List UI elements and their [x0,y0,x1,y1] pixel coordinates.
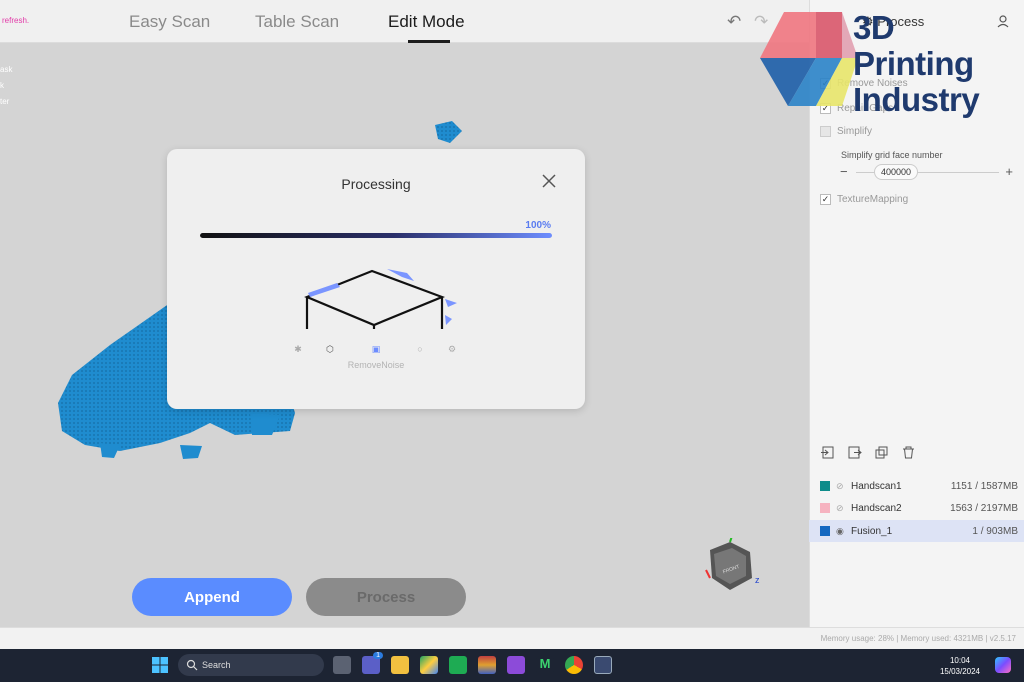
model-size: 1563 / 2197MB [950,503,1018,514]
visibility-off-icon[interactable]: ⊘ [836,481,848,491]
side-note: ter [0,97,10,106]
copilot-icon[interactable] [995,657,1011,673]
simplify-value[interactable]: 400000 [874,164,918,180]
tab-table-scan[interactable]: Table Scan [255,12,339,32]
process-button[interactable]: Process [306,578,466,616]
mesh-box-graphic [304,269,457,329]
progress-fill [200,233,552,238]
minus-button[interactable]: − [840,164,848,179]
tab-easy-scan[interactable]: Easy Scan [129,12,210,32]
model-name: Handscan2 [851,503,902,514]
cube-icon: ⬡ [326,344,334,354]
model-list-item[interactable]: ⊘ Handscan2 1563 / 2197MB [809,497,1024,519]
mode-tab-bar: refresh. Easy Scan Table Scan Edit Mode … [0,0,809,43]
brush-icon: ▣ [371,344,381,354]
app-icon[interactable] [507,656,525,674]
color-swatch[interactable] [820,526,830,536]
orientation-cube[interactable]: z FRONT [700,538,770,598]
search-icon [186,659,198,671]
option-label: TextureMapping [837,194,909,205]
teams-icon[interactable]: 1 [362,652,383,674]
checkbox[interactable]: ✓ [820,194,831,205]
import-icon[interactable] [820,445,835,460]
status-bar: Memory usage: 28% | Memory used: 4321MB … [0,627,1024,649]
append-button[interactable]: Append [132,578,292,616]
simplify-stepper[interactable]: − 400000 + [840,164,1015,180]
gear-icon: ⚙ [447,344,457,354]
memory-usage: Memory usage: 28% | Memory used: 4321MB … [820,634,1016,643]
refresh-note: refresh. [2,16,30,25]
model-size: 1151 / 1587MB [950,481,1018,492]
windows-taskbar: Search 1 M 10:04 15/03/2024 [0,649,1024,682]
model-size: 1 / 903MB [972,526,1018,537]
option-simplify[interactable]: Simplify [820,126,872,137]
side-note: ask [0,65,13,74]
progress-bar [200,233,552,238]
plus-button[interactable]: + [1005,164,1013,179]
tab-edit-mode[interactable]: Edit Mode [388,12,465,32]
circle-icon: ○ [417,344,423,354]
trash-icon[interactable] [901,445,916,460]
side-note: k [0,81,4,90]
color-swatch[interactable] [820,481,830,491]
task-view-icon[interactable] [333,656,351,674]
undo-icon[interactable]: ↶ [727,12,741,32]
model-name: Handscan1 [851,481,902,492]
google-drive-icon[interactable] [420,656,438,674]
dialog-title: Processing [341,176,411,192]
color-swatch[interactable] [820,503,830,513]
processing-dialog: Processing 100% ✱ ⬡ ▣ ○ ⚙ RemoveNoise [167,149,585,409]
model-list-item-selected[interactable]: ◉ Fusion_1 1 / 903MB [809,520,1024,542]
sheets-icon[interactable] [449,656,467,674]
axis-z-label: z [755,575,760,585]
model-name: Fusion_1 [851,526,893,537]
notification-badge: 1 [373,652,383,659]
option-texture-mapping[interactable]: ✓ TextureMapping [820,194,908,205]
file-explorer-icon[interactable] [391,656,409,674]
visibility-off-icon[interactable]: ⊘ [836,503,848,513]
progress-percent: 100% [525,220,551,231]
m-app-icon[interactable]: M [536,656,554,674]
chrome-icon[interactable] [565,656,583,674]
process-step-icons: ✱ ⬡ ▣ ○ ⚙ [287,344,462,356]
model-list-toolbar [820,445,916,461]
current-step-label: RemoveNoise [347,360,405,370]
taskbar-search[interactable]: Search [178,654,324,676]
option-label: Simplify [837,126,873,137]
system-clock[interactable]: 10:04 15/03/2024 [935,655,985,677]
export-icon[interactable] [847,445,862,460]
copy-icon[interactable] [874,445,889,460]
winrar-icon[interactable] [478,656,496,674]
logo-text: 3D Printing Industry [853,9,980,118]
simplify-face-label: Simplify grid face number [841,150,943,160]
model-list-item[interactable]: ⊘ Handscan1 1151 / 1587MB [809,475,1024,497]
asterisk-icon: ✱ [294,344,302,354]
windows-start-icon[interactable] [152,657,168,673]
scanner-app-icon[interactable] [594,656,612,674]
visibility-icon[interactable]: ◉ [836,526,848,536]
checkbox[interactable] [820,126,831,137]
search-placeholder: Search [202,660,231,670]
close-icon[interactable] [541,173,557,189]
